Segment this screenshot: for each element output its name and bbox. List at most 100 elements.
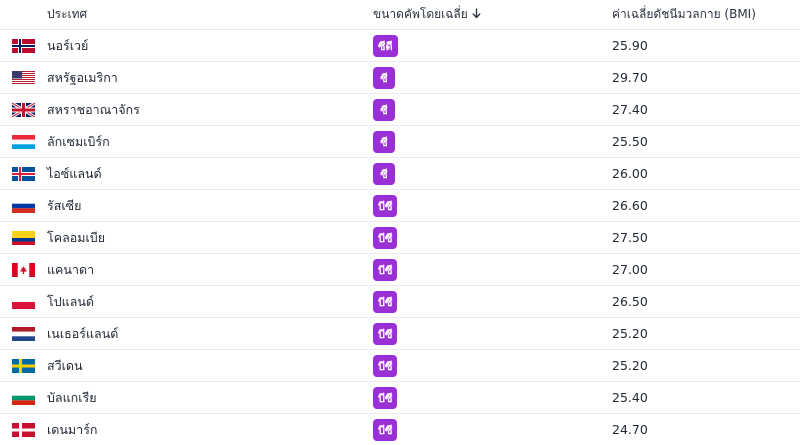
table-row[interactable]: นอร์เวย์ ซีดี 25.90 [0, 30, 800, 62]
table-row[interactable]: ไอซ์แลนด์ ซี 26.00 [0, 158, 800, 190]
table-header: ประเทศ ขนาดคัพโดยเฉลี่ย ค่าเฉลี่ยดัชนีมว… [0, 0, 800, 30]
usa-flag-icon [12, 70, 35, 85]
bmi-value: 24.70 [612, 422, 648, 437]
russia-flag-icon [12, 198, 35, 213]
cup-size-badge: บีซี [373, 290, 398, 313]
uk-flag-icon [12, 102, 35, 117]
flag-cell [0, 358, 47, 373]
table-row[interactable]: เดนมาร์ก บีซี 24.70 [0, 414, 800, 445]
country-name: นอร์เวย์ [47, 37, 89, 53]
header-cup-size[interactable]: ขนาดคัพโดยเฉลี่ย [373, 5, 612, 24]
bmi-cell: 25.20 [612, 326, 800, 341]
bmi-cell: 27.40 [612, 102, 800, 117]
bmi-cell: 27.00 [612, 262, 800, 277]
bmi-cell: 25.20 [612, 358, 800, 373]
bmi-value: 25.20 [612, 326, 648, 341]
table-row[interactable]: โปแลนด์ บีซี 26.50 [0, 286, 800, 318]
bmi-value: 26.00 [612, 166, 648, 181]
country-name: เนเธอร์แลนด์ [47, 325, 119, 341]
table-row[interactable]: เนเธอร์แลนด์ บีซี 25.20 [0, 318, 800, 350]
cup-size-cell: บีซี [373, 354, 612, 377]
country-cell: แคนาดา [47, 260, 373, 280]
flag-cell [0, 38, 47, 53]
cup-size-cell: ซี [373, 66, 612, 89]
table-row[interactable]: โคลอมเบีย บีซี 27.50 [0, 222, 800, 254]
poland-flag-icon [12, 294, 35, 309]
table-row[interactable]: ลักเซมเบิร์ก ซี 25.50 [0, 126, 800, 158]
iceland-flag-icon [12, 166, 35, 181]
bmi-value: 27.00 [612, 262, 648, 277]
flag-cell [0, 230, 47, 245]
colombia-flag-icon [12, 230, 35, 245]
cup-size-cell: ซี [373, 98, 612, 121]
country-name: ลักเซมเบิร์ก [47, 133, 110, 149]
flag-cell [0, 262, 47, 277]
header-bmi[interactable]: ค่าเฉลี่ยดัชนีมวลกาย (BMI) [612, 5, 800, 24]
cup-size-cell: บีซี [373, 386, 612, 409]
bmi-value: 26.50 [612, 294, 648, 309]
sweden-flag-icon [12, 358, 35, 373]
netherlands-flag-icon [12, 326, 35, 341]
bulgaria-flag-icon [12, 390, 35, 405]
country-name: สหราชอาณาจักร [47, 101, 140, 117]
table-row[interactable]: สวีเดน บีซี 25.20 [0, 350, 800, 382]
cup-size-badge: ซี [373, 98, 395, 121]
country-name: บัลแกเรีย [47, 389, 97, 405]
bmi-value: 25.50 [612, 134, 648, 149]
denmark-flag-icon [12, 422, 35, 437]
cup-size-badge: บีซี [373, 354, 398, 377]
cup-size-badge: บีซี [373, 258, 398, 281]
country-name: ไอซ์แลนด์ [47, 165, 102, 181]
flag-cell [0, 390, 47, 405]
header-bmi-label: ค่าเฉลี่ยดัชนีมวลกาย (BMI) [612, 7, 756, 21]
table-row[interactable]: บัลแกเรีย บีซี 25.40 [0, 382, 800, 414]
cup-size-badge: ซี [373, 66, 395, 89]
country-name: สวีเดน [47, 357, 83, 373]
flag-cell [0, 294, 47, 309]
country-cell: รัสเซีย [47, 196, 373, 216]
flag-cell [0, 166, 47, 181]
bmi-value: 25.20 [612, 358, 648, 373]
flag-cell [0, 102, 47, 117]
cup-size-badge: บีซี [373, 194, 398, 217]
bmi-value: 25.90 [612, 38, 648, 53]
cup-size-badge: บีซี [373, 226, 398, 249]
cup-size-badge: ซีดี [373, 34, 398, 57]
table-row[interactable]: แคนาดา บีซี 27.00 [0, 254, 800, 286]
canada-flag-icon [12, 262, 35, 277]
cup-size-badge: ซี [373, 130, 395, 153]
country-table: ประเทศ ขนาดคัพโดยเฉลี่ย ค่าเฉลี่ยดัชนีมว… [0, 0, 800, 445]
header-cup-size-label: ขนาดคัพโดยเฉลี่ย [373, 7, 468, 21]
country-cell: สหรัฐอเมริกา [47, 68, 373, 88]
flag-cell [0, 70, 47, 85]
bmi-value: 29.70 [612, 70, 648, 85]
arrow-down-icon[interactable] [472, 7, 481, 22]
country-cell: ลักเซมเบิร์ก [47, 132, 373, 152]
bmi-cell: 29.70 [612, 70, 800, 85]
country-cell: ไอซ์แลนด์ [47, 164, 373, 184]
bmi-cell: 26.00 [612, 166, 800, 181]
table-row[interactable]: สหราชอาณาจักร ซี 27.40 [0, 94, 800, 126]
header-country[interactable]: ประเทศ [47, 5, 373, 24]
country-cell: เดนมาร์ก [47, 420, 373, 440]
bmi-cell: 24.70 [612, 422, 800, 437]
country-cell: สหราชอาณาจักร [47, 100, 373, 120]
norway-flag-icon [12, 38, 35, 53]
bmi-cell: 26.60 [612, 198, 800, 213]
country-name: สหรัฐอเมริกา [47, 69, 118, 85]
bmi-value: 25.40 [612, 390, 648, 405]
country-name: รัสเซีย [47, 197, 82, 213]
country-cell: สวีเดน [47, 356, 373, 376]
header-country-label: ประเทศ [47, 7, 88, 21]
bmi-cell: 25.40 [612, 390, 800, 405]
table-row[interactable]: รัสเซีย บีซี 26.60 [0, 190, 800, 222]
country-cell: นอร์เวย์ [47, 36, 373, 56]
cup-size-cell: บีซี [373, 322, 612, 345]
table-body: นอร์เวย์ ซีดี 25.90 สหรัฐอเมริกา ซี 29.70 สหรา… [0, 30, 800, 445]
cup-size-cell: ซีดี [373, 34, 612, 57]
table-row[interactable]: สหรัฐอเมริกา ซี 29.70 [0, 62, 800, 94]
flag-cell [0, 134, 47, 149]
country-cell: บัลแกเรีย [47, 388, 373, 408]
bmi-value: 27.40 [612, 102, 648, 117]
bmi-cell: 25.50 [612, 134, 800, 149]
